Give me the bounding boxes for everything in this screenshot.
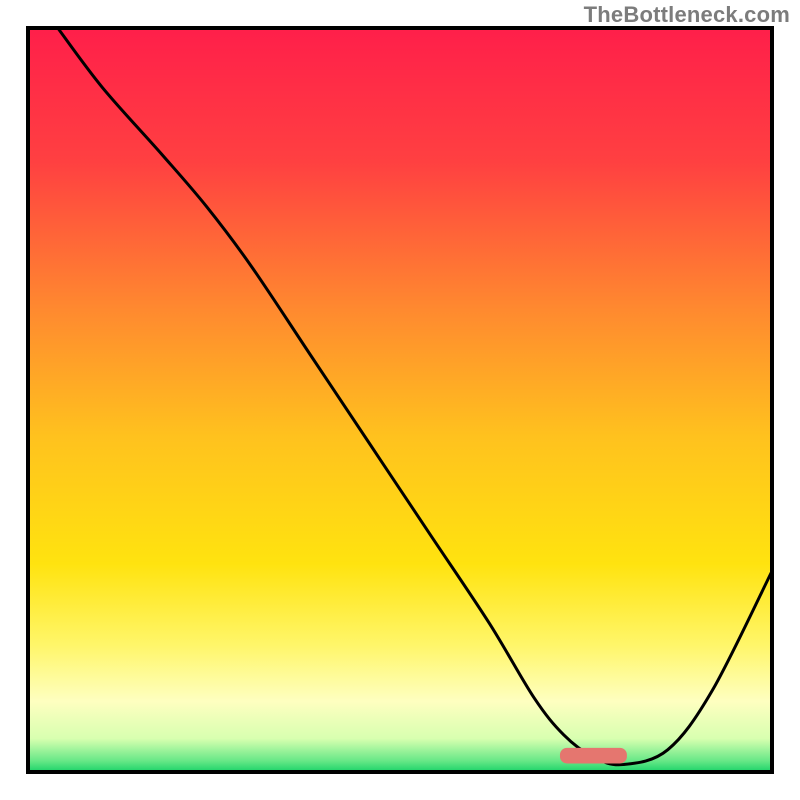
chart-container: TheBottleneck.com: [0, 0, 800, 800]
watermark-label: TheBottleneck.com: [584, 2, 790, 28]
optimum-marker: [560, 748, 627, 764]
plot-background: [28, 28, 772, 772]
bottleneck-chart: [0, 0, 800, 800]
